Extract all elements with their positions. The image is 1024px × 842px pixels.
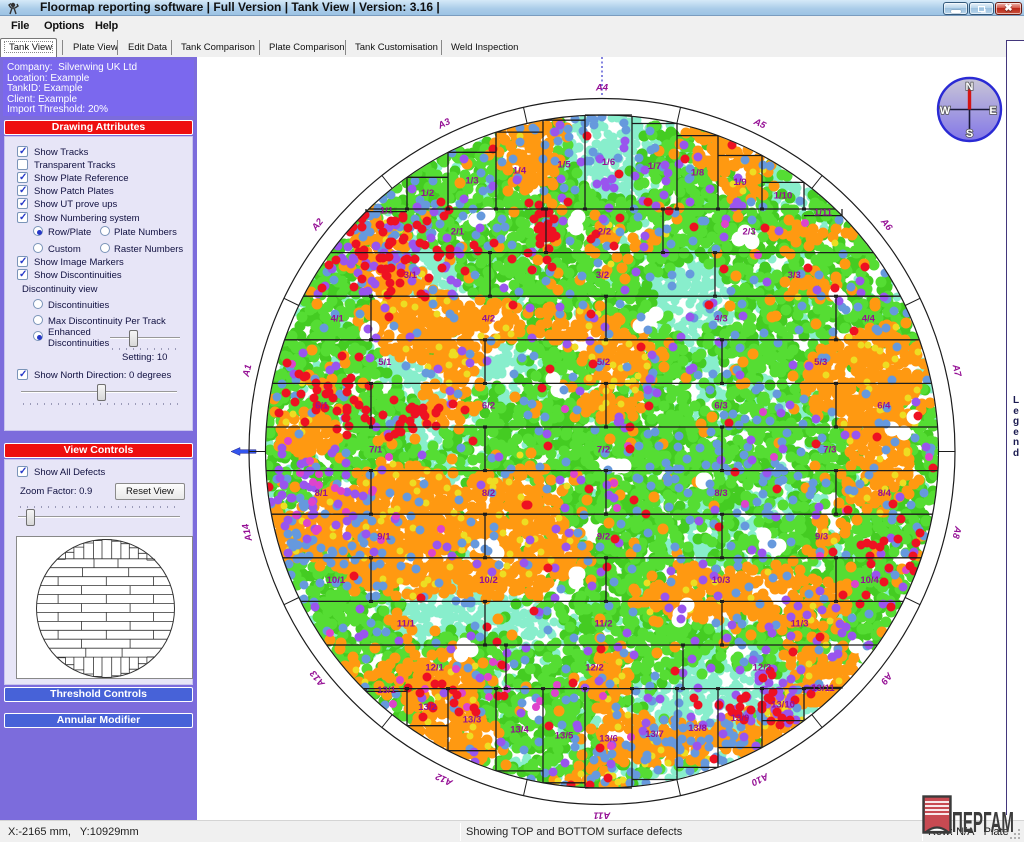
svg-text:3/3: 3/3 bbox=[788, 270, 801, 281]
svg-text:1/1: 1/1 bbox=[380, 205, 394, 216]
svg-text:6/4: 6/4 bbox=[877, 401, 891, 412]
svg-text:7/1: 7/1 bbox=[369, 444, 383, 455]
svg-text:ПЕРГАМ: ПЕРГАМ bbox=[952, 807, 1014, 837]
svg-text:1/9: 1/9 bbox=[733, 177, 746, 188]
svg-text:1/3: 1/3 bbox=[465, 176, 478, 187]
svg-text:1/8: 1/8 bbox=[691, 167, 704, 178]
svg-text:8/3: 8/3 bbox=[714, 488, 727, 499]
svg-text:12/2: 12/2 bbox=[585, 662, 604, 673]
svg-text:13/7: 13/7 bbox=[645, 729, 664, 740]
svg-text:6/3: 6/3 bbox=[714, 401, 727, 412]
svg-text:2/3: 2/3 bbox=[742, 226, 755, 237]
svg-text:10/4: 10/4 bbox=[860, 575, 879, 586]
svg-text:11/2: 11/2 bbox=[595, 619, 613, 630]
svg-text:13/1: 13/1 bbox=[377, 685, 396, 696]
svg-text:13/6: 13/6 bbox=[599, 733, 618, 744]
svg-text:A9: A9 bbox=[878, 669, 895, 687]
svg-text:A11: A11 bbox=[594, 810, 612, 821]
svg-text:A7: A7 bbox=[949, 362, 963, 378]
svg-text:8/4: 8/4 bbox=[878, 488, 892, 499]
svg-text:4/1: 4/1 bbox=[331, 314, 345, 325]
svg-text:13/9: 13/9 bbox=[731, 713, 750, 724]
svg-text:A2: A2 bbox=[309, 216, 326, 234]
svg-text:A1: A1 bbox=[241, 363, 255, 378]
svg-text:1/11: 1/11 bbox=[814, 207, 833, 218]
svg-text:10/3: 10/3 bbox=[712, 575, 731, 586]
svg-text:A8: A8 bbox=[950, 524, 964, 540]
svg-text:1/7: 1/7 bbox=[648, 161, 661, 172]
svg-text:13/4: 13/4 bbox=[510, 725, 529, 736]
svg-text:7/2: 7/2 bbox=[597, 444, 610, 455]
svg-text:A6: A6 bbox=[877, 216, 894, 234]
svg-text:1/5: 1/5 bbox=[557, 160, 571, 171]
svg-text:W: W bbox=[940, 105, 951, 117]
svg-text:13/3: 13/3 bbox=[463, 715, 482, 726]
svg-text:1/10: 1/10 bbox=[774, 191, 793, 202]
svg-text:A4: A4 bbox=[595, 83, 609, 94]
svg-text:1/6: 1/6 bbox=[602, 157, 615, 168]
svg-text:13/8: 13/8 bbox=[688, 723, 707, 734]
svg-text:8/2: 8/2 bbox=[482, 488, 495, 499]
svg-text:13/2: 13/2 bbox=[418, 702, 437, 713]
svg-text:10/2: 10/2 bbox=[479, 575, 498, 586]
svg-text:11/1: 11/1 bbox=[397, 619, 416, 630]
svg-text:A12: A12 bbox=[433, 770, 455, 788]
svg-text:N: N bbox=[966, 81, 974, 93]
svg-text:8/1: 8/1 bbox=[315, 488, 329, 499]
svg-text:5/3: 5/3 bbox=[814, 357, 827, 368]
svg-text:7/3: 7/3 bbox=[823, 444, 836, 455]
svg-text:2/1: 2/1 bbox=[451, 226, 465, 237]
svg-text:A5: A5 bbox=[751, 116, 768, 132]
svg-text:2/2: 2/2 bbox=[598, 226, 611, 237]
svg-text:6/2: 6/2 bbox=[482, 401, 495, 412]
svg-text:10/1: 10/1 bbox=[327, 575, 346, 586]
svg-text:4/2: 4/2 bbox=[482, 314, 495, 325]
svg-text:3/1: 3/1 bbox=[404, 270, 418, 281]
svg-text:12/1: 12/1 bbox=[425, 662, 444, 673]
svg-text:5/2: 5/2 bbox=[597, 357, 610, 368]
svg-text:11/3: 11/3 bbox=[791, 619, 809, 630]
svg-text:9/1: 9/1 bbox=[377, 532, 391, 543]
svg-text:9/2: 9/2 bbox=[597, 532, 610, 543]
svg-text:S: S bbox=[966, 128, 973, 140]
svg-text:1/2: 1/2 bbox=[421, 188, 434, 199]
svg-text:13/11: 13/11 bbox=[811, 683, 835, 694]
svg-text:3/2: 3/2 bbox=[596, 270, 609, 281]
svg-text:A14: A14 bbox=[240, 522, 255, 543]
svg-text:12/3: 12/3 bbox=[753, 662, 772, 673]
svg-text:1/4: 1/4 bbox=[513, 166, 527, 177]
svg-text:13/10: 13/10 bbox=[771, 700, 795, 711]
svg-text:A10: A10 bbox=[749, 770, 771, 788]
svg-text:A3: A3 bbox=[436, 116, 453, 132]
svg-text:4/4: 4/4 bbox=[862, 314, 876, 325]
svg-text:E: E bbox=[989, 105, 996, 117]
svg-text:9/3: 9/3 bbox=[815, 532, 828, 543]
svg-text:4/3: 4/3 bbox=[714, 314, 727, 325]
svg-text:5/1: 5/1 bbox=[378, 357, 392, 368]
svg-text:6/1: 6/1 bbox=[315, 401, 329, 412]
svg-text:13/5: 13/5 bbox=[555, 731, 574, 742]
